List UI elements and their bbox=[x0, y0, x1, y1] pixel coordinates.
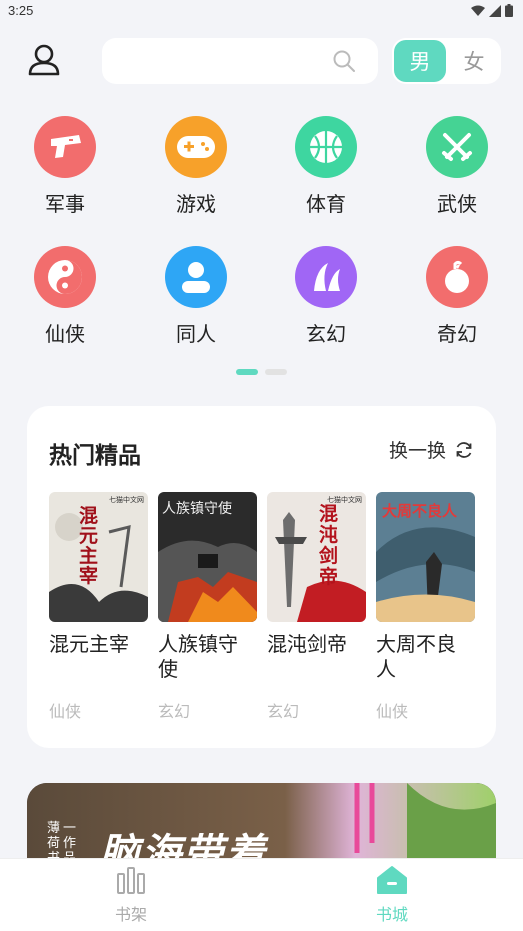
section-title: 热门精品 bbox=[49, 443, 141, 469]
signal-icon bbox=[489, 4, 501, 17]
tab-label: 书架 bbox=[114, 905, 147, 924]
gender-toggle: 男 女 bbox=[392, 38, 501, 84]
refresh-icon bbox=[456, 441, 472, 458]
refresh-label: 换一换 bbox=[388, 440, 446, 462]
category-magic[interactable]: 奇幻 bbox=[407, 246, 507, 356]
cover-title-art: 人族镇守使 bbox=[162, 501, 232, 517]
book-title: 混元主宰 bbox=[49, 632, 129, 656]
tab-bookshelf[interactable]: 书架 bbox=[81, 865, 181, 925]
category-military[interactable]: 军事 bbox=[15, 116, 115, 226]
gender-male-button[interactable]: 男 bbox=[394, 40, 446, 82]
category-gaming[interactable]: 游戏 bbox=[146, 116, 246, 226]
category-label: 军事 bbox=[45, 192, 85, 216]
tab-label: 书城 bbox=[375, 905, 408, 924]
category-sports[interactable]: 体育 bbox=[276, 116, 376, 226]
category-xianxia[interactable]: 仙侠 bbox=[15, 246, 115, 356]
book-item[interactable]: 七猫中文网 混沌剑帝 混沌剑帝 玄幻 bbox=[267, 492, 366, 722]
book-genre: 玄幻 bbox=[158, 702, 191, 721]
refresh-button[interactable]: 换一换 bbox=[389, 436, 474, 463]
category-label: 玄幻 bbox=[306, 322, 346, 346]
user-icon bbox=[28, 44, 60, 76]
book-cover: 七猫中文网 混沌剑帝 bbox=[267, 492, 366, 622]
category-label: 体育 bbox=[306, 192, 346, 216]
category-fanfic[interactable]: 同人 bbox=[146, 246, 246, 356]
mountain-icon bbox=[295, 246, 357, 308]
person-icon bbox=[165, 246, 227, 308]
category-label: 武侠 bbox=[437, 192, 477, 216]
cover-title-art: 混沌剑帝 bbox=[319, 503, 339, 588]
gender-female-button[interactable]: 女 bbox=[451, 40, 497, 82]
search-icon[interactable] bbox=[332, 49, 356, 73]
book-cover: 大周不良人 bbox=[376, 492, 475, 622]
category-label: 仙侠 bbox=[45, 322, 85, 346]
wifi-icon bbox=[471, 5, 485, 16]
category-martial-arts[interactable]: 武侠 bbox=[407, 116, 507, 226]
home-icon bbox=[377, 866, 407, 894]
book-cover: 人族镇守使 bbox=[158, 492, 257, 622]
hot-picks-card: 热门精品 换一换 七猫中文网 混元主宰 混元主宰 仙侠 人族镇守使 人族镇守使 … bbox=[27, 406, 496, 748]
bomb-icon bbox=[426, 246, 488, 308]
cover-title-art: 混元主宰 bbox=[79, 505, 99, 587]
book-item[interactable]: 七猫中文网 混元主宰 混元主宰 仙侠 bbox=[49, 492, 148, 722]
crossed-swords-icon bbox=[426, 116, 488, 178]
book-genre: 仙侠 bbox=[376, 702, 409, 721]
gun-icon bbox=[34, 116, 96, 178]
book-title: 混沌剑帝 bbox=[267, 632, 347, 656]
category-label: 奇幻 bbox=[437, 322, 477, 346]
gamepad-icon bbox=[165, 116, 227, 178]
cover-publisher: 七猫中文网 bbox=[109, 496, 144, 504]
pager-dot bbox=[265, 369, 287, 375]
category-label: 游戏 bbox=[176, 192, 216, 216]
search-input[interactable] bbox=[102, 38, 378, 84]
status-icons bbox=[471, 4, 513, 17]
book-genre: 仙侠 bbox=[49, 702, 82, 721]
category-label: 同人 bbox=[176, 322, 216, 346]
bottom-tab-bar: 书架 书城 bbox=[0, 858, 523, 931]
profile-button[interactable] bbox=[22, 38, 66, 82]
tab-bookstore[interactable]: 书城 bbox=[342, 865, 442, 925]
book-cover: 七猫中文网 混元主宰 bbox=[49, 492, 148, 622]
book-title: 大周不良人 bbox=[376, 632, 456, 681]
cover-title-art: 大周不良人 bbox=[382, 502, 458, 520]
battery-icon bbox=[505, 4, 513, 17]
category-fantasy[interactable]: 玄幻 bbox=[276, 246, 376, 356]
pager-dot-active bbox=[236, 369, 258, 375]
book-item[interactable]: 大周不良人 大周不良人 仙侠 bbox=[376, 492, 475, 722]
bookshelf-icon bbox=[117, 867, 145, 894]
book-title: 人族镇守使 bbox=[158, 632, 238, 681]
book-genre: 玄幻 bbox=[267, 702, 300, 721]
status-time: 3:25 bbox=[8, 3, 34, 18]
status-bar: 3:25 bbox=[0, 0, 523, 24]
yin-yang-icon bbox=[34, 246, 96, 308]
basketball-icon bbox=[295, 116, 357, 178]
book-item[interactable]: 人族镇守使 人族镇守使 玄幻 bbox=[158, 492, 257, 722]
